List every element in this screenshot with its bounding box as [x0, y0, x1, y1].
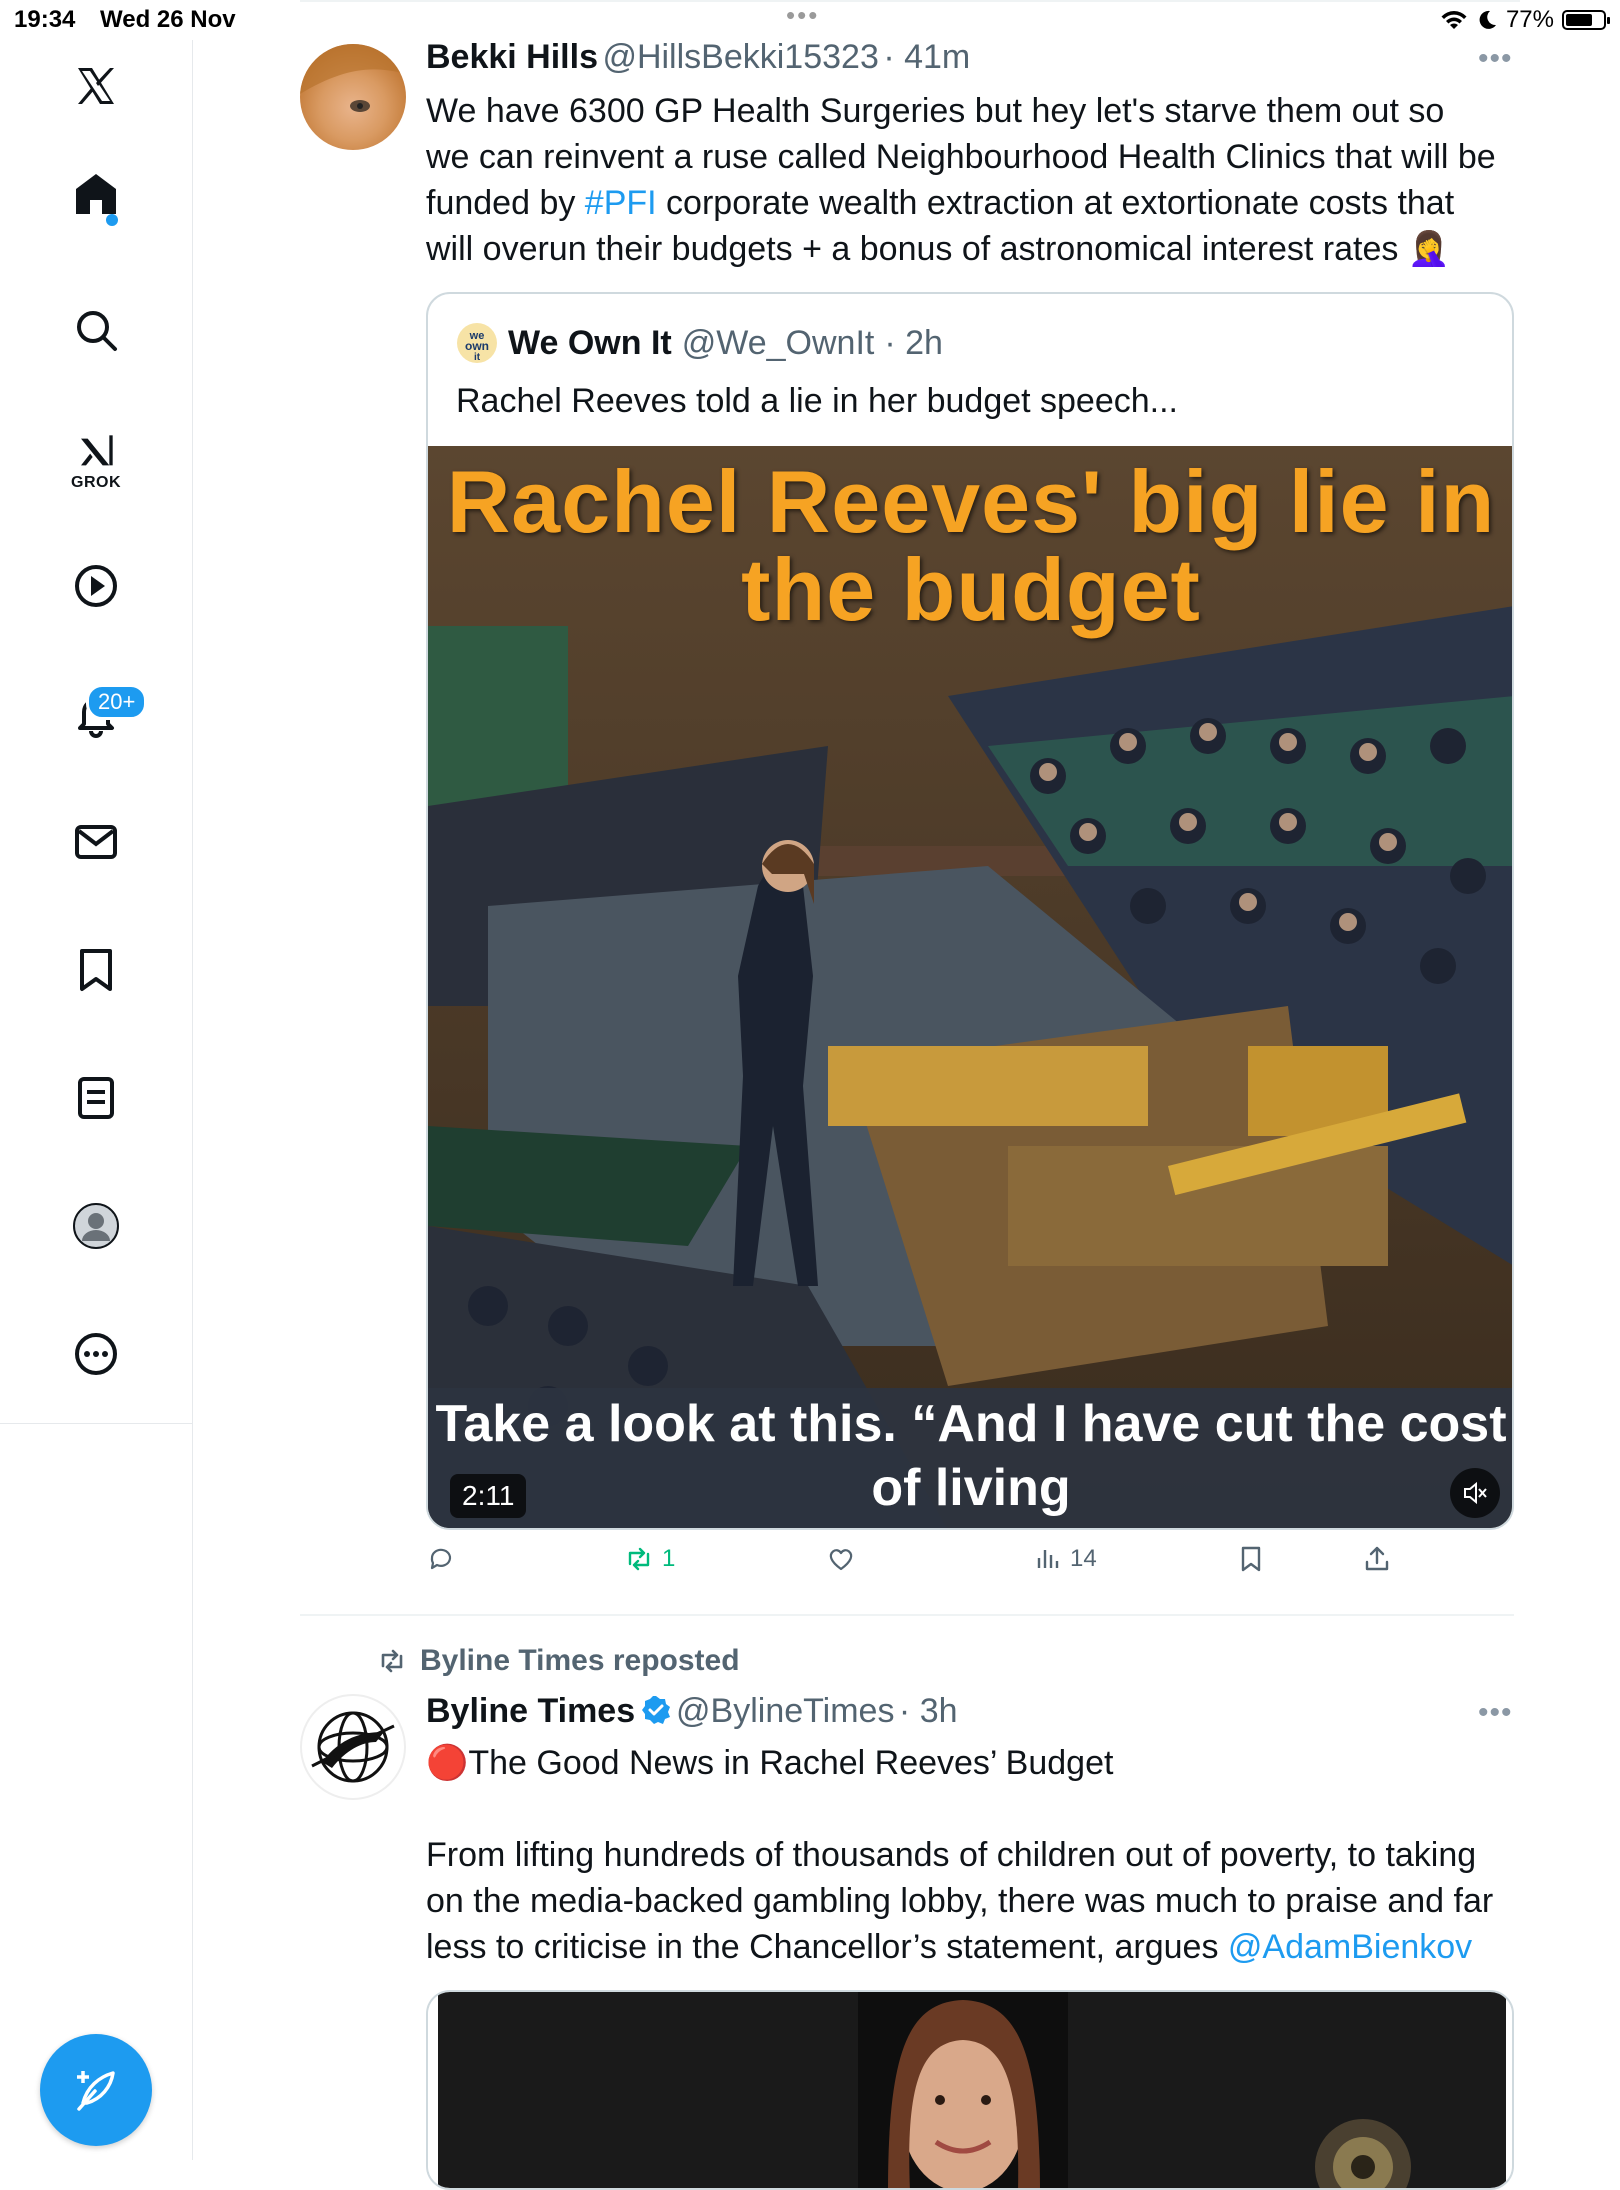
reposted-by-label[interactable]: Byline Times reposted: [420, 1644, 740, 1678]
sidebar-item-bookmarks[interactable]: [50, 924, 142, 1016]
author-handle[interactable]: @HillsBekki15323: [602, 38, 878, 76]
video-player[interactable]: Rachel Reeves' big lie in the budget Tak…: [428, 446, 1512, 1528]
grok-icon: [81, 435, 113, 466]
repost-count: 1: [662, 1545, 676, 1572]
tweet-text: We have 6300 GP Health Surgeries but hey…: [426, 88, 1496, 272]
bookmark-icon: [80, 949, 112, 991]
sidebar-item-search[interactable]: [50, 284, 142, 376]
mail-icon: [75, 825, 117, 859]
avatar[interactable]: [300, 44, 406, 150]
article-photo-image: [428, 1992, 1512, 2188]
quoted-tweet-text: Rachel Reeves told a lie in her budget s…: [456, 382, 1179, 420]
heart-icon: [829, 1549, 853, 1571]
we-own-it-logo-icon: weownit: [457, 323, 497, 363]
status-date: Wed 26 Nov: [100, 6, 236, 33]
reply-button[interactable]: [426, 1544, 464, 1574]
bookmark-button[interactable]: [1236, 1544, 1266, 1574]
author-name[interactable]: Byline Times: [426, 1692, 635, 1730]
sidebar-item-messages[interactable]: [50, 796, 142, 888]
tweet-headline: 🔴The Good News in Rachel Reeves’ Budget: [426, 1744, 1114, 1782]
status-time: 19:34: [14, 6, 76, 33]
mention-link[interactable]: @AdamBienkov: [1228, 1928, 1472, 1966]
home-unread-dot: [106, 214, 118, 226]
repost-button[interactable]: 1: [624, 1544, 675, 1574]
muted-speaker-icon: [1464, 1481, 1487, 1505]
tweet[interactable]: Bekki Hills @HillsBekki15323 · 41m ••• W…: [300, 2, 1520, 1614]
video-title-overlay: Rachel Reeves' big lie in the budget: [446, 452, 1496, 639]
sidebar-item-home[interactable]: [50, 148, 142, 240]
share-icon: [1365, 1546, 1389, 1571]
search-icon: [77, 311, 117, 351]
repost-indicator: Byline Times reposted: [376, 1644, 740, 1678]
tweet-more-icon[interactable]: •••: [1478, 1696, 1513, 1730]
sidebar-item-video[interactable]: [50, 540, 142, 632]
tweet-header: Byline Times @BylineTimes · 3h: [426, 1692, 958, 1731]
profile-avatar-icon: [73, 1203, 119, 1249]
compose-post-button[interactable]: [40, 2034, 152, 2146]
repost-icon: [628, 1547, 650, 1571]
reply-icon: [430, 1548, 452, 1570]
play-circle-icon: [75, 565, 117, 607]
tweet-actions: 1 14: [426, 1544, 1426, 1584]
quoted-tweet[interactable]: we own it We Own It @We_OwnIt · 2h Rachel …: [426, 292, 1514, 1530]
quoted-tweet-header: we own it We Own It @We_OwnIt · 2h: [456, 322, 943, 364]
sidebar-item-profile[interactable]: [50, 1180, 142, 1272]
battery-icon: [1562, 10, 1610, 30]
quoted-tweet-time[interactable]: · 2h: [884, 324, 943, 363]
more-circle-icon: [75, 1333, 117, 1375]
quoted-author-handle[interactable]: @We_OwnIt: [682, 324, 875, 363]
verified-badge-icon: [641, 1696, 670, 1724]
tweet-more-icon[interactable]: •••: [1478, 42, 1513, 76]
video-duration: 2:11: [450, 1474, 527, 1518]
hashtag-link[interactable]: #PFI: [585, 184, 657, 222]
x-logo-icon[interactable]: [50, 40, 142, 132]
author-handle[interactable]: @BylineTimes: [676, 1692, 894, 1730]
tweet-text: From lifting hundreds of thousands of ch…: [426, 1832, 1506, 1970]
mute-button[interactable]: [1450, 1468, 1500, 1518]
author-name[interactable]: Bekki Hills: [426, 38, 598, 76]
svg-text:it: it: [474, 352, 481, 363]
tweet-time[interactable]: · 3h: [899, 1692, 958, 1730]
notifications-badge: 20+: [86, 684, 148, 720]
sidebar-nav: GROK 20+: [0, 40, 193, 2160]
sidebar-divider: [0, 1423, 192, 1424]
list-icon: [78, 1077, 114, 1119]
home-icon: [76, 174, 116, 214]
views-count: 14: [1070, 1545, 1097, 1572]
svg-text:own: own: [465, 339, 489, 353]
tweet-time[interactable]: · 41m: [883, 38, 970, 76]
timeline: Bekki Hills @HillsBekki15323 · 41m ••• W…: [300, 0, 1520, 2190]
repost-icon: [381, 1649, 403, 1673]
sidebar-item-grok[interactable]: GROK: [50, 416, 142, 508]
compose-feather-icon: [77, 2071, 115, 2111]
tweet-image[interactable]: [426, 1990, 1514, 2190]
bookmark-icon: [1241, 1546, 1261, 1572]
like-button[interactable]: [826, 1544, 864, 1574]
views-chart-icon: [1037, 1550, 1059, 1568]
sidebar-item-more[interactable]: [50, 1308, 142, 1400]
share-button[interactable]: [1362, 1544, 1392, 1574]
sidebar-item-lists[interactable]: [50, 1052, 142, 1144]
quoted-author-name[interactable]: We Own It: [508, 324, 672, 363]
tweet-header: Bekki Hills @HillsBekki15323 · 41m: [426, 38, 970, 77]
grok-label: GROK: [71, 474, 121, 491]
avatar[interactable]: [300, 1694, 406, 1800]
video-caption: Take a look at this. “And I have cut the…: [435, 1395, 1507, 1517]
views-button[interactable]: 14: [1032, 1544, 1097, 1574]
